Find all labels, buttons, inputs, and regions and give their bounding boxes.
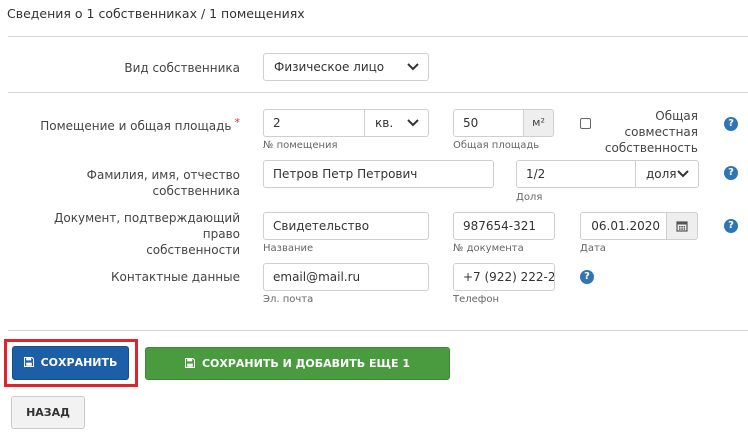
floppy-disk-icon (184, 358, 195, 368)
help-icon[interactable]: ? (580, 270, 594, 284)
document-label-line2: собственности (146, 243, 240, 257)
document-date-input[interactable]: 06.01.2020 (580, 212, 667, 240)
area-sublabel: Общая площадь (453, 140, 540, 151)
divider (8, 36, 748, 37)
help-icon[interactable]: ? (724, 117, 738, 131)
save-button[interactable]: СОХРАНИТЬ (12, 346, 129, 380)
divider (8, 92, 748, 93)
help-icon[interactable]: ? (724, 166, 738, 180)
save-and-add-owner-button[interactable]: СОХРАНИТЬ И ДОБАВИТЬ ЕЩЕ 1 СОБСТВЕННИКА (145, 347, 450, 401)
share-unit-select[interactable]: доля (635, 160, 699, 188)
premises-label: Помещение и общая площадь * (40, 116, 241, 134)
divider (8, 330, 748, 331)
document-number-sublabel: № документа (453, 243, 524, 254)
save-button-label: СОХРАНИТЬ (40, 356, 118, 369)
save-and-add-owner-label: СОХРАНИТЬ И ДОБАВИТЬ ЕЩЕ 1 СОБСТВЕННИКА (201, 357, 411, 401)
premises-label-text: Помещение и общая площадь (40, 119, 232, 133)
document-label-line1: Документ, подтверждающий право (54, 211, 240, 241)
document-date-sublabel: Дата (580, 243, 606, 254)
share-sublabel: Доля (516, 192, 543, 203)
document-name-sublabel: Название (263, 243, 314, 254)
email-input[interactable]: email@mail.ru (263, 263, 429, 291)
back-button[interactable]: НАЗАД (11, 396, 85, 429)
owner-name-label: Фамилия, имя, отчество собственника (86, 168, 240, 198)
calendar-button[interactable] (666, 212, 698, 240)
email-sublabel: Эл. почта (263, 294, 314, 305)
owner-type-label: Вид собственника (124, 61, 240, 75)
share-unit-value: доля (646, 167, 677, 181)
page-title: Сведения о 1 собственниках / 1 помещения… (7, 6, 305, 21)
share-input[interactable]: 1/2 (516, 160, 636, 188)
premises-number-sublabel: № помещения (263, 140, 338, 151)
area-input[interactable]: 50 (453, 109, 524, 137)
owner-name-input[interactable]: Петров Петр Петрович (263, 160, 494, 188)
premises-unit-select[interactable]: кв. (364, 109, 429, 137)
joint-ownership-label-line2: собственность (604, 141, 698, 155)
chevron-down-icon (407, 119, 419, 127)
floppy-disk-icon (23, 357, 34, 367)
chevron-down-icon (677, 170, 689, 178)
help-icon[interactable]: ? (724, 219, 738, 233)
contacts-label: Контактные данные (110, 270, 240, 284)
phone-input[interactable]: +7 (922) 222-222 (453, 263, 555, 291)
premises-number-input[interactable]: 2 (263, 109, 365, 137)
required-asterisk: * (234, 116, 241, 129)
joint-ownership-label: Общая совместная собственность (590, 108, 698, 156)
document-label: Документ, подтверждающий право собственн… (20, 210, 240, 258)
joint-ownership-label-line1: Общая совместная (624, 109, 698, 139)
document-number-input[interactable]: 987654-321 (453, 212, 555, 240)
owner-type-value: Физическое лицо (274, 60, 385, 74)
document-name-input[interactable]: Свидетельство (263, 212, 429, 240)
owner-type-select[interactable]: Физическое лицо (263, 53, 429, 81)
phone-sublabel: Телефон (453, 294, 500, 305)
calendar-icon (676, 221, 688, 232)
area-unit-addon: м² (523, 109, 554, 137)
premises-unit-value: кв. (375, 116, 394, 130)
chevron-down-icon (407, 63, 419, 71)
